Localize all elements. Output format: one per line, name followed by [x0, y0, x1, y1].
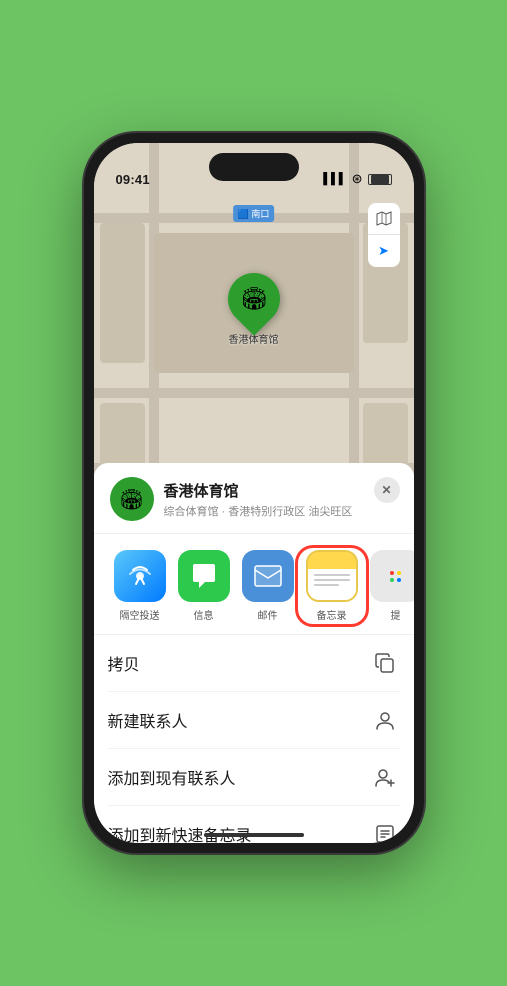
share-mail[interactable]: 邮件 [236, 550, 300, 622]
action-list: 拷贝 新建联系人 [94, 635, 414, 843]
venue-subtitle: 综合体育馆 · 香港特别行政区 油尖旺区 [164, 503, 398, 519]
dot-blue [397, 578, 401, 582]
action-add-notes[interactable]: 添加到新快速备忘录 [108, 806, 400, 843]
dynamic-island [209, 153, 299, 181]
phone-screen: 09:41 ▌▌▌ ⊛ [94, 143, 414, 843]
messages-icon [178, 550, 230, 602]
airdrop-label: 隔空投送 [120, 607, 160, 622]
dot-red [390, 571, 394, 575]
share-notes[interactable]: 备忘录 [300, 550, 364, 622]
dot-green [390, 578, 394, 582]
action-new-contact-label: 新建联系人 [108, 708, 188, 732]
copy-icon [370, 648, 400, 678]
status-time: 09:41 [116, 172, 150, 187]
road-h-2 [94, 388, 414, 398]
venue-info: 香港体育馆 综合体育馆 · 香港特别行政区 油尖旺区 [164, 480, 398, 519]
close-button[interactable]: ✕ [374, 477, 400, 503]
airdrop-icon [114, 550, 166, 602]
signal-icon: ▌▌▌ [323, 173, 346, 185]
pin-inner-icon: 🏟 [240, 286, 268, 312]
messages-label: 信息 [194, 607, 214, 622]
home-indicator [204, 833, 304, 837]
share-airdrop[interactable]: 隔空投送 [108, 550, 172, 622]
notes-icon [306, 550, 358, 602]
bottom-sheet: 🏟 香港体育馆 综合体育馆 · 香港特别行政区 油尖旺区 ✕ [94, 463, 414, 843]
map-controls[interactable]: ➤ [368, 203, 400, 267]
dot-yellow [397, 571, 401, 575]
status-icons: ▌▌▌ ⊛ [323, 171, 391, 187]
more-icon [370, 550, 414, 602]
notes-label: 备忘录 [317, 607, 347, 622]
action-new-contact[interactable]: 新建联系人 [108, 692, 400, 749]
add-contact-icon [370, 762, 400, 792]
share-row: 隔空投送 信息 [94, 534, 414, 635]
venue-icon: 🏟 [110, 477, 154, 521]
map-type-button[interactable] [368, 203, 400, 235]
venue-card: 🏟 香港体育馆 综合体育馆 · 香港特别行政区 油尖旺区 ✕ [94, 463, 414, 534]
action-add-existing[interactable]: 添加到现有联系人 [108, 749, 400, 806]
block-1 [100, 223, 145, 363]
wifi-icon: ⊛ [352, 171, 363, 187]
more-label: 提 [391, 607, 401, 622]
action-copy[interactable]: 拷贝 [108, 635, 400, 692]
action-add-existing-label: 添加到现有联系人 [108, 765, 236, 789]
phone-frame: 09:41 ▌▌▌ ⊛ [84, 133, 424, 853]
quick-notes-icon [370, 819, 400, 843]
share-messages[interactable]: 信息 [172, 550, 236, 622]
battery-icon [368, 174, 392, 185]
share-more[interactable]: 提 [364, 550, 414, 622]
stadium-pin: 🏟 香港体育馆 [228, 273, 280, 346]
venue-name: 香港体育馆 [164, 480, 398, 501]
map-entrance-label: 🟦 南口 [233, 205, 275, 222]
mail-label: 邮件 [258, 607, 278, 622]
pin-circle: 🏟 [217, 262, 291, 336]
action-copy-label: 拷贝 [108, 651, 140, 675]
mail-icon [242, 550, 294, 602]
location-button[interactable]: ➤ [368, 235, 400, 267]
new-contact-icon [370, 705, 400, 735]
map-label-text: 🟦 南口 [238, 209, 270, 219]
